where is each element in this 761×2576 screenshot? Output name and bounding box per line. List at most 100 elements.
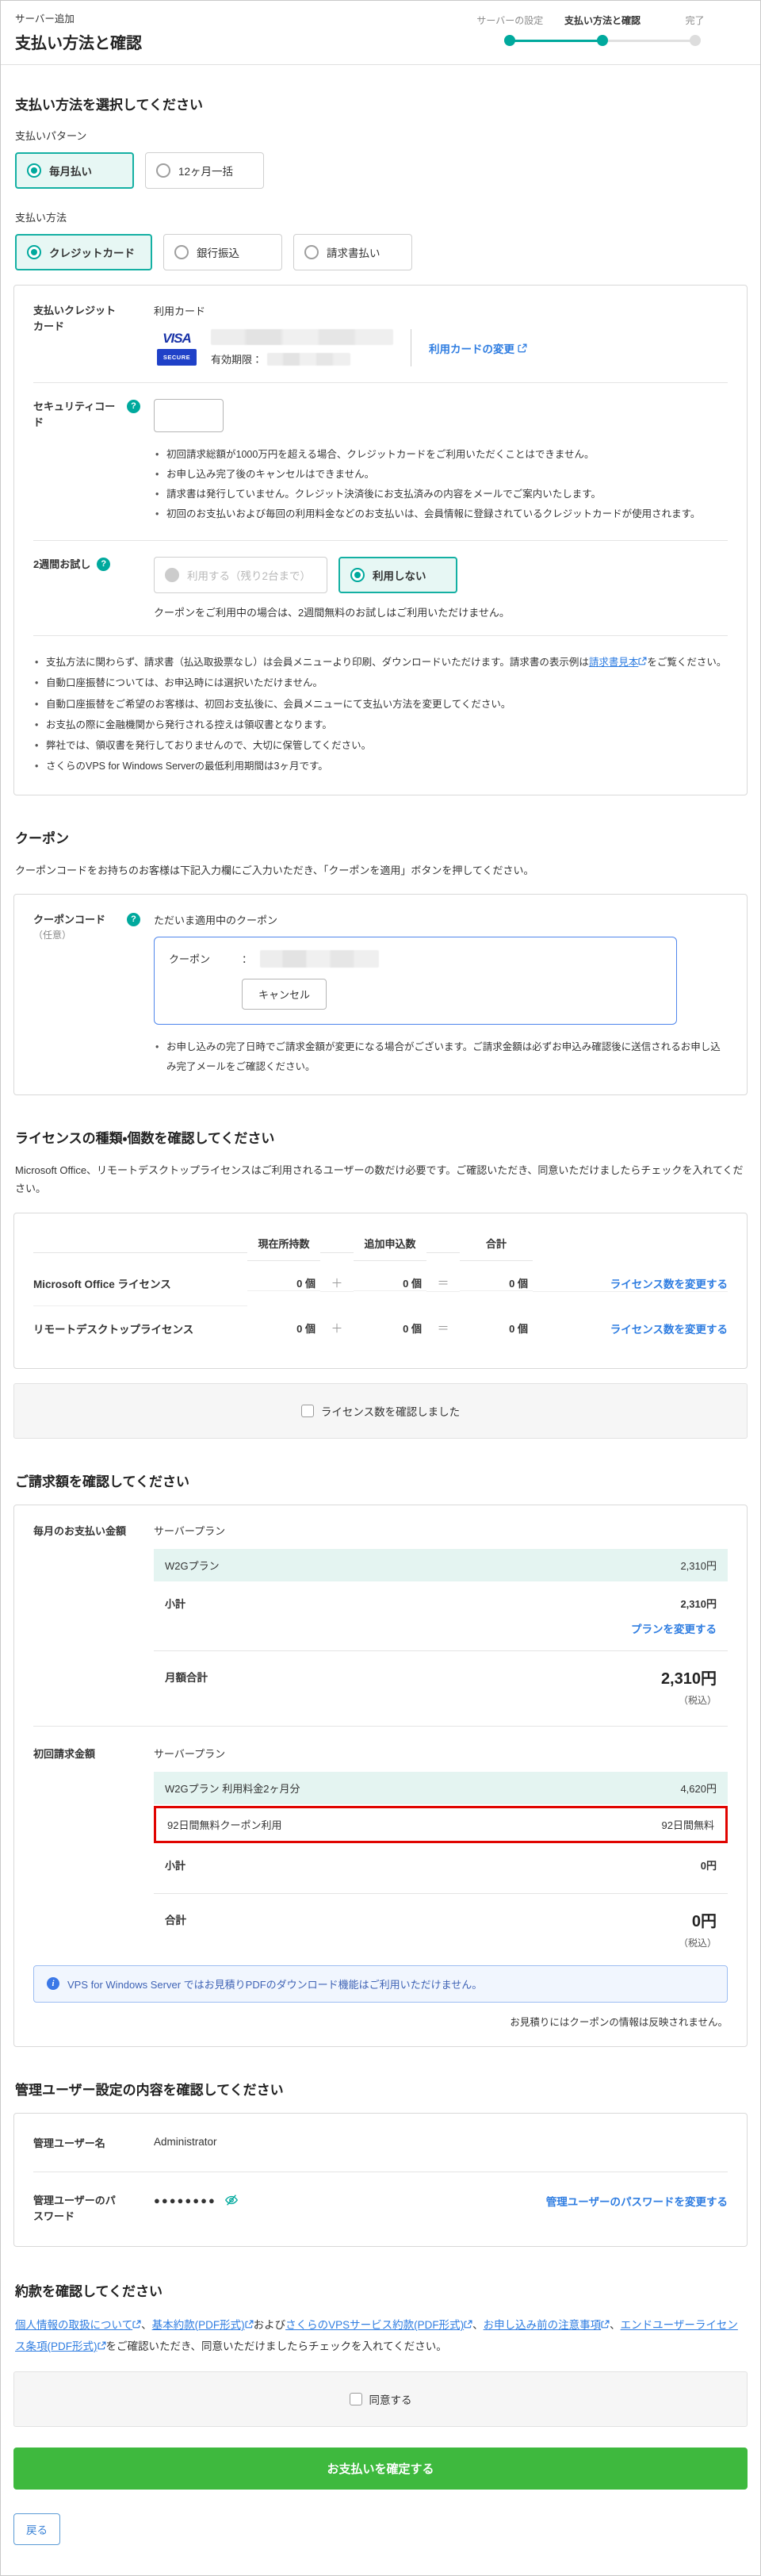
step-dot [690,35,701,46]
confirm-payment-button[interactable]: お支払いを確定する [13,2448,748,2490]
plus-sign: ＋ [320,1320,354,1336]
license-row-name: Microsoft Office ライセンス [33,1261,247,1306]
plan-name: W2Gプラン 利用料金2ヶ月分 [165,1781,300,1796]
license-row-name: リモートデスクトップライセンス [33,1306,247,1351]
help-icon[interactable]: ? [127,913,140,926]
initial-billing-label: 初回請求金額 [33,1746,154,1949]
note-item: さくらのVPS for Windows Serverの最低利用期間は3ヶ月です。 [33,756,728,776]
initial-total-amount: 0円 [692,1913,717,1930]
invoice-sample-link[interactable]: 請求書見本 [589,657,639,668]
help-icon[interactable]: ? [97,558,110,571]
license-change-link-cell: ライセンス数を変更する [533,1321,728,1336]
header-titles: サーバー追加 支払い方法と確認 [15,10,142,53]
subtotal-label: 小計 [165,1857,185,1873]
initial-total-row: 合計 0円 （税込） [154,1905,728,1949]
eye-off-icon[interactable] [224,2193,239,2207]
change-license-link[interactable]: ライセンス数を変更する [610,1321,728,1336]
subtotal-label: 小計 [165,1596,185,1611]
step-label: サーバーの設定 [476,13,543,27]
table-header-empty [33,1238,247,1253]
main-content: 支払い方法を選択してください 支払いパターン 毎月払い 12ヶ月一括 支払い方法… [1,65,760,2575]
step-complete: 完了 [648,13,741,46]
divider [33,382,728,383]
progress-stepper: サーバーの設定 支払い方法と確認 完了 [464,13,741,46]
radio-card-credit-card[interactable]: クレジットカード [15,234,152,270]
radio-icon [174,245,189,259]
external-link-icon [638,657,647,665]
radio-icon [156,163,170,178]
card-info: VISA SECURE 有効期限： 利用カードの変更 [154,329,728,366]
change-plan-link[interactable]: プランを変更する [631,1620,717,1636]
card-expiry-redacted [267,353,350,366]
agree-label[interactable]: 同意する [369,2391,412,2407]
applied-coupon-label: ただいま適用中のクーポン [154,912,728,927]
server-plan-group-label: サーバープラン [154,1746,728,1761]
page-title: 支払い方法と確認 [15,30,142,53]
radio-icon [27,245,41,259]
expiry-label: 有効期限： [211,351,262,366]
admin-name-label: 管理ユーザー名 [33,2136,154,2152]
trial-note: クーポンをご利用中の場合は、2週間無料のお試しはご利用いただけません。 [154,604,728,619]
payment-method-label: 支払い方法 [15,209,746,224]
password-mask: ●●●●●●●● [154,2195,216,2206]
note-item: 弊社では、領収書を発行しておりませんので、大切に保管してください。 [33,735,728,756]
radio-icon [27,163,41,178]
change-admin-password-link[interactable]: 管理ユーザーのパスワードを変更する [546,2193,728,2209]
monthly-total-row: 月額合計 2,310円 （税込） [154,1662,728,1707]
step-label: 完了 [686,13,705,27]
agree-checkbox[interactable] [350,2393,362,2405]
terms-section-heading: 約款を確認してください [15,2280,746,2300]
license-confirm-checkbox[interactable] [301,1405,314,1417]
equals-sign: ＝ [426,1275,460,1292]
subtotal-amount: 0円 [701,1857,717,1873]
admin-password-label: 管理ユーザーのパスワード [33,2193,154,2224]
step-dot [597,35,608,46]
divider [33,1726,728,1727]
security-code-input[interactable] [154,399,224,432]
radio-card-trial-no-use[interactable]: 利用しない [338,557,457,593]
coupon-cancel-button[interactable]: キャンセル [242,979,327,1010]
change-card-link[interactable]: 利用カードの変更 [429,340,527,356]
coupon-body: ただいま適用中のクーポン クーポン ： キャンセル お申し込みの完了日時でご請求… [154,912,728,1077]
radio-card-invoice[interactable]: 請求書払い [293,234,412,270]
divider [33,540,728,541]
basic-terms-link[interactable]: 基本約款(PDF形式) [152,2319,245,2331]
vps-terms-link[interactable]: さくらのVPSサービス約款(PDF形式) [285,2319,464,2331]
license-section-heading: ライセンスの種類・個数を確認してください [15,1127,746,1147]
credit-card-detail-box: 支払いクレジットカード 利用カード VISA SECURE 有効期限： [13,285,748,795]
license-total-value: 0 個 [460,1275,533,1291]
table-header-added: 追加申込数 [354,1231,426,1261]
pre-application-notes-link[interactable]: お申し込み前の注意事項 [484,2319,602,2331]
radio-card-monthly[interactable]: 毎月払い [15,152,134,189]
change-license-link[interactable]: ライセンス数を変更する [610,1275,728,1291]
page-header: サーバー追加 支払い方法と確認 サーバーの設定 支払い方法と確認 完了 [1,1,760,65]
trial-options: 利用する（残り2台まで） 利用しない [154,557,726,593]
admin-name-value: Administrator [154,2136,217,2148]
divider [154,1893,728,1894]
radio-card-trial-use: 利用する（残り2台まで） [154,557,327,593]
monthly-billing-row: 毎月のお支払い金額 サーバープラン W2Gプラン 2,310円 小計 2,310… [33,1523,728,1707]
admin-change-link-wrap: 管理ユーザーのパスワードを変更する [546,2193,728,2209]
step-connector [602,40,695,42]
table-header-spacer [426,1238,460,1253]
license-confirm-label[interactable]: ライセンス数を確認しました [321,1403,460,1419]
billing-box: 毎月のお支払い金額 サーバープラン W2Gプラン 2,310円 小計 2,310… [13,1505,748,2047]
back-button[interactable]: 戻る [13,2513,60,2545]
license-owned-value: 0 個 [247,1321,320,1336]
info-icon: i [47,1977,59,1990]
license-table-box: 現在所持数 追加申込数 合計 Microsoft Office ライセンス 0 … [13,1213,748,1369]
note-item: 請求書は発行していません。クレジット決済後にお支払済みの内容をメールでご案内いた… [154,485,728,504]
initial-billing-row: 初回請求金額 サーバープラン W2Gプラン 利用料金2ヶ月分 4,620円 92… [33,1746,728,1949]
visa-wordmark: VISA [163,331,191,347]
subtotal-row: 小計 0円 [154,1851,728,1879]
visa-logo: VISA SECURE [154,331,200,366]
plan-amount-row: W2Gプラン 2,310円 [154,1549,728,1581]
table-header-total: 合計 [460,1231,533,1261]
radio-card-12months[interactable]: 12ヶ月一括 [145,152,264,189]
privacy-policy-link[interactable]: 個人情報の取扱について [15,2319,132,2331]
help-icon[interactable]: ? [127,400,140,413]
radio-label: 利用しない [373,567,426,583]
credit-card-label: 支払いクレジットカード [33,303,154,366]
radio-icon [165,568,179,582]
radio-card-bank-transfer[interactable]: 銀行振込 [163,234,282,270]
